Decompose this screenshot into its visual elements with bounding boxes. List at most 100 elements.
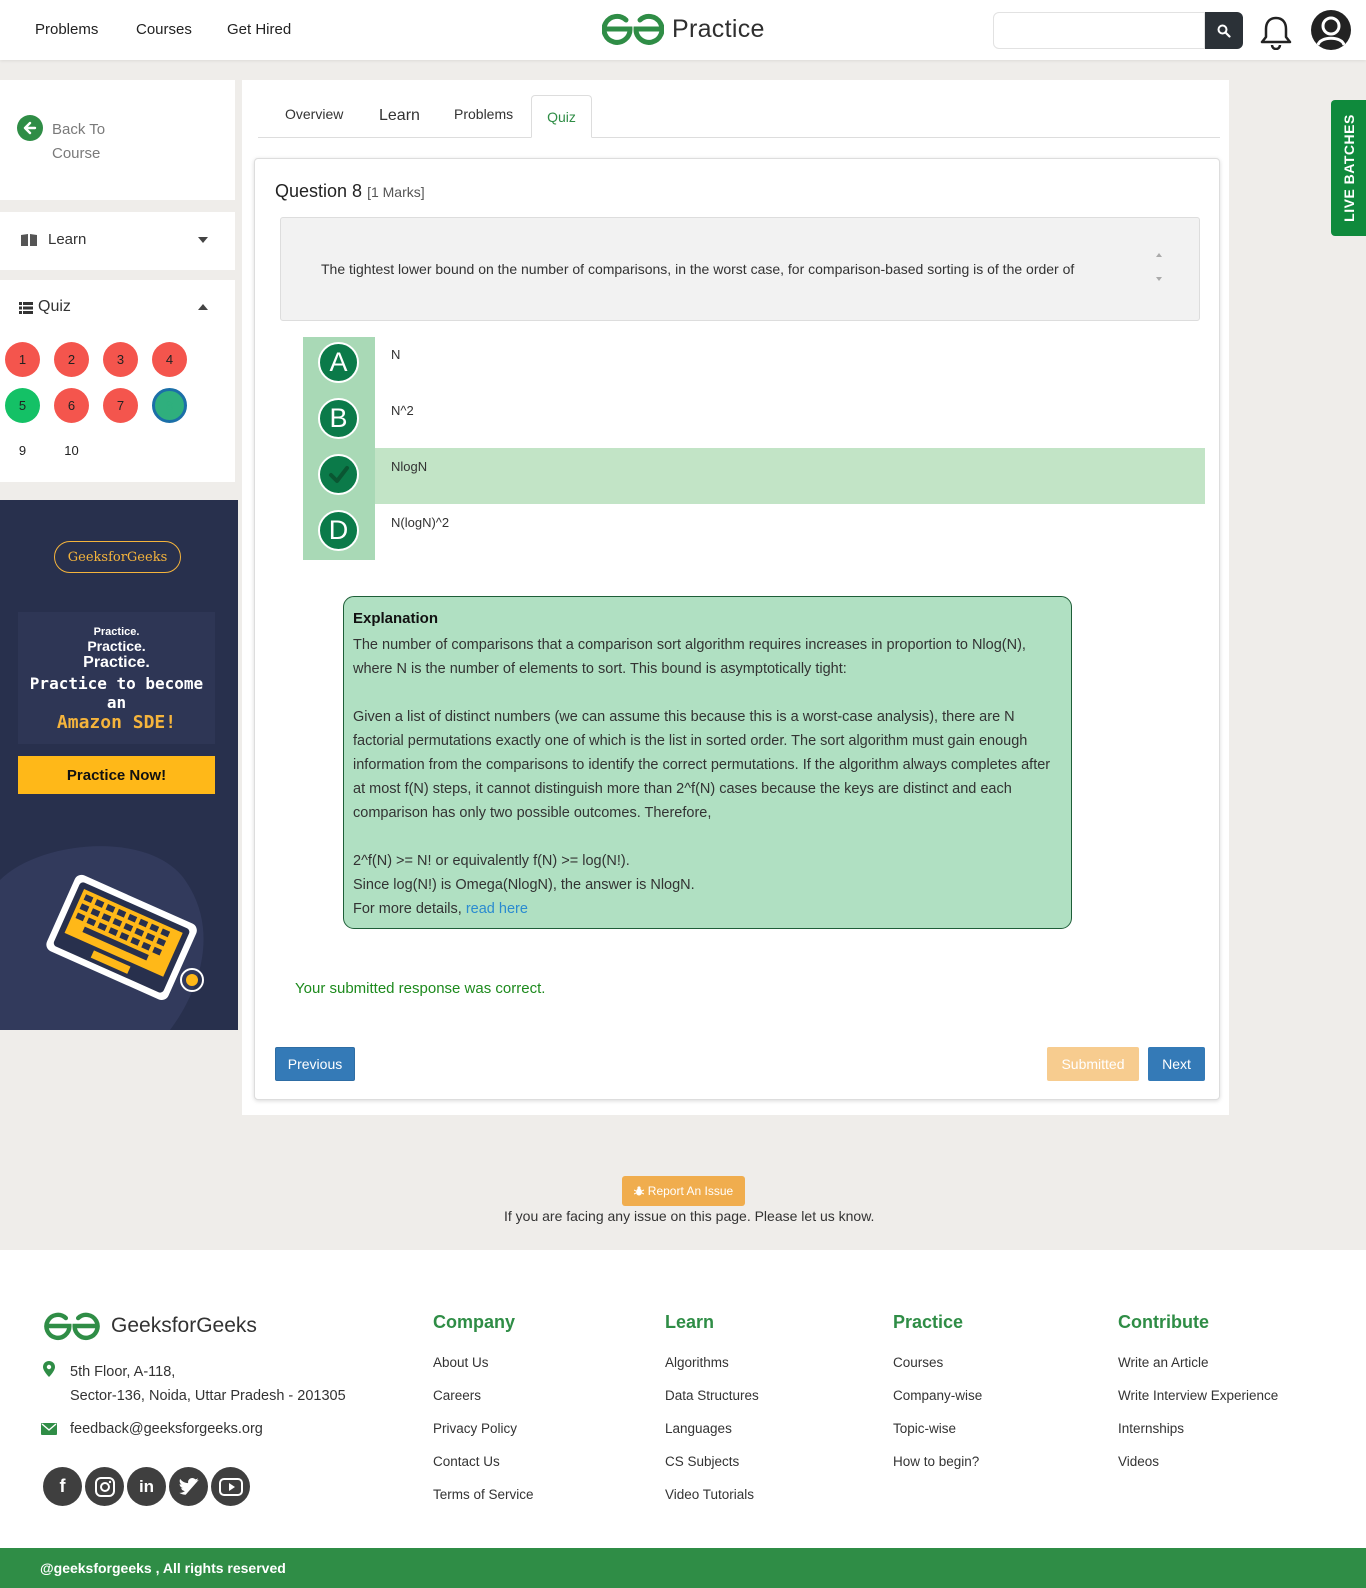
question-nav-7[interactable]: 7: [103, 388, 138, 423]
footer-link-languages[interactable]: Languages: [665, 1421, 732, 1436]
footer-link-privacy-policy[interactable]: Privacy Policy: [433, 1421, 517, 1436]
tab-quiz[interactable]: Quiz: [531, 95, 592, 138]
tab-learn[interactable]: Learn: [379, 107, 420, 125]
footer-link-company-wise[interactable]: Company-wise: [893, 1388, 982, 1403]
footer-link-how-to-begin[interactable]: How to begin?: [893, 1454, 979, 1469]
promo-text-box: Practice. Practice. Practice. Practice t…: [18, 612, 215, 744]
footer-link-write-an-article[interactable]: Write an Article: [1118, 1355, 1209, 1370]
promo-banner[interactable]: GeeksforGeeks Practice. Practice. Practi…: [0, 500, 238, 1030]
footer-address-line-1: 5th Floor, A-118,: [70, 1364, 176, 1380]
instagram-icon[interactable]: [85, 1467, 124, 1506]
footer-link-video-tutorials[interactable]: Video Tutorials: [665, 1487, 754, 1502]
nav-problems-link[interactable]: Problems: [35, 21, 98, 38]
option-c-radio[interactable]: [318, 454, 359, 495]
footer-link-videos[interactable]: Videos: [1118, 1454, 1159, 1469]
option-d-radio[interactable]: D: [318, 510, 359, 551]
gfg-logo-icon: [44, 1312, 100, 1340]
location-pin-icon: [43, 1361, 55, 1377]
footer-link-write-interview-experience[interactable]: Write Interview Experience: [1118, 1388, 1278, 1403]
footer-logo[interactable]: GeeksforGeeks: [43, 1311, 257, 1341]
scroll-arrows-icon[interactable]: [1155, 251, 1163, 283]
footer-link-cs-subjects[interactable]: CS Subjects: [665, 1454, 739, 1469]
quiz-section-label: Quiz: [38, 298, 71, 315]
footer-practice-heading: Practice: [893, 1312, 964, 1332]
mail-icon: [41, 1423, 57, 1435]
footer-link-about-us[interactable]: About Us: [433, 1355, 489, 1370]
question-nav-9[interactable]: 9: [5, 433, 40, 468]
facebook-icon[interactable]: f: [43, 1467, 82, 1506]
previous-button[interactable]: Previous: [275, 1047, 355, 1081]
footer-link-courses[interactable]: Courses: [893, 1355, 943, 1370]
search-input[interactable]: [993, 12, 1205, 49]
footer-link-topic-wise[interactable]: Topic-wise: [893, 1421, 956, 1436]
youtube-icon[interactable]: [211, 1467, 250, 1506]
bell-icon[interactable]: [1259, 14, 1293, 50]
practice-now-button[interactable]: Practice Now!: [18, 756, 215, 794]
footer-link-internships[interactable]: Internships: [1118, 1421, 1184, 1436]
nav-get-hired-link[interactable]: Get Hired: [227, 21, 291, 38]
promo-line-2: Practice.: [87, 638, 146, 654]
search-button[interactable]: [1205, 12, 1243, 49]
laptop-illustration-icon: [0, 846, 204, 1030]
question-marks: [1 Marks]: [367, 184, 425, 200]
next-button[interactable]: Next: [1148, 1047, 1205, 1081]
option-b-text[interactable]: N^2: [391, 403, 414, 418]
back-arrow-icon[interactable]: [17, 115, 43, 141]
copyright-text: @geeksforgeeks , All rights reserved: [40, 1560, 286, 1576]
option-a-text[interactable]: N: [391, 347, 400, 362]
question-nav-1[interactable]: 1: [5, 342, 40, 377]
report-issue-button[interactable]: Report An Issue: [622, 1176, 745, 1206]
chevron-down-icon[interactable]: [198, 237, 208, 243]
explanation-line-2: Since log(N!) is Omega(NlogN), the answe…: [353, 877, 695, 893]
question-nav-10[interactable]: 10: [54, 433, 89, 468]
question-title: Question 8 [1 Marks]: [275, 181, 425, 202]
promo-brand: GeeksforGeeks: [54, 541, 181, 573]
question-nav-2[interactable]: 2: [54, 342, 89, 377]
explanation-box: Explanation The number of comparisons th…: [343, 596, 1072, 929]
footer-brand: GeeksforGeeks: [111, 1314, 257, 1337]
promo-line-5: Amazon SDE!: [56, 712, 177, 733]
option-c-text[interactable]: NlogN: [391, 459, 427, 474]
question-text: The tightest lower bound on the number o…: [321, 261, 1075, 277]
option-a-radio[interactable]: A: [318, 342, 359, 383]
question-nav-6[interactable]: 6: [54, 388, 89, 423]
practice-logo[interactable]: Practice: [602, 12, 765, 46]
tab-problems[interactable]: Problems: [454, 106, 513, 122]
live-batches-tab[interactable]: LIVE BATCHES: [1331, 100, 1366, 236]
report-issue-text: If you are facing any issue on this page…: [504, 1208, 875, 1224]
footer-email[interactable]: feedback@geeksforgeeks.org: [70, 1421, 263, 1437]
twitter-icon[interactable]: [169, 1467, 208, 1506]
promo-line-3: Practice.: [83, 654, 150, 671]
list-icon: [19, 302, 33, 314]
gfg-logo-icon: [602, 13, 664, 45]
selected-option-highlight: [375, 448, 1205, 504]
question-nav-5[interactable]: 5: [5, 388, 40, 423]
tab-overview[interactable]: Overview: [285, 106, 343, 122]
footer-link-careers[interactable]: Careers: [433, 1388, 481, 1403]
linkedin-icon[interactable]: in: [127, 1467, 166, 1506]
checkmark-icon: [328, 465, 349, 483]
bug-icon: [633, 1186, 644, 1196]
option-b-radio[interactable]: B: [318, 398, 359, 439]
footer-link-terms-of-service[interactable]: Terms of Service: [433, 1487, 534, 1502]
footer-link-contact-us[interactable]: Contact Us: [433, 1454, 500, 1469]
footer-link-algorithms[interactable]: Algorithms: [665, 1355, 729, 1370]
question-nav-4[interactable]: 4: [152, 342, 187, 377]
footer-address-line-2: Sector-136, Noida, Uttar Pradesh - 20130…: [70, 1388, 346, 1404]
footer-link-data-structures[interactable]: Data Structures: [665, 1388, 759, 1403]
logo-text: Practice: [672, 14, 765, 43]
chevron-up-icon[interactable]: [198, 304, 208, 310]
footer-company-heading: Company: [433, 1312, 516, 1332]
read-here-link[interactable]: read here: [466, 901, 528, 917]
live-batches-label: LIVE BATCHES: [1340, 114, 1357, 222]
search-icon: [1217, 24, 1231, 38]
question-nav-8[interactable]: 8: [152, 388, 187, 423]
explanation-paragraph-1: The number of comparisons that a compari…: [353, 637, 1026, 677]
submitted-button[interactable]: Submitted: [1047, 1047, 1139, 1081]
question-nav-3[interactable]: 3: [103, 342, 138, 377]
back-to-course-link[interactable]: Back To Course: [52, 118, 132, 166]
nav-courses-link[interactable]: Courses: [136, 21, 192, 38]
footer-contribute-heading: Contribute: [1118, 1312, 1209, 1332]
avatar[interactable]: [1311, 10, 1351, 50]
option-d-text[interactable]: N(logN)^2: [391, 515, 449, 530]
